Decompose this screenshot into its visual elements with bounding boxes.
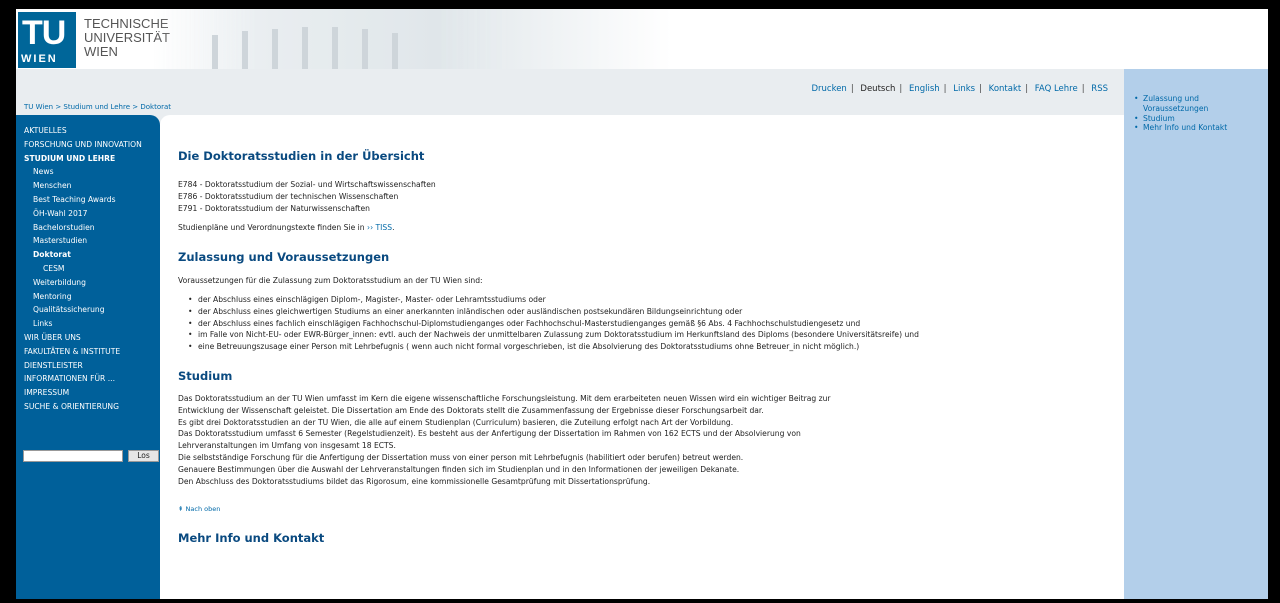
utility-links: Drucken | Deutsch | English | Links | Kontak… [811,84,1108,94]
back-to-top-link[interactable]: ⇞ Nach oben [178,505,1108,513]
list-item: der Abschluss eines einschlägigen Diplom… [188,294,1108,306]
header-building-image [152,9,672,69]
requirements-intro: Voraussetzungen für die Zulassung zum Do… [178,276,483,286]
nav-item[interactable]: Mentoring [16,290,160,304]
list-item: eine Betreuungszusage einer Person mit L… [188,341,1108,353]
breadcrumb: TU Wien > Studium und Lehre > Doktorat [24,103,172,111]
tiss-note: Studienpläne und Verordnungstexte finden… [178,223,395,233]
back-to-top-label: Nach oben [185,505,221,514]
nav-item[interactable]: IMPRESSUM [16,386,160,400]
nav-item[interactable]: AKTUELLES [16,124,160,138]
anchor-zulassung[interactable]: Zulassung und Voraussetzungen [1134,94,1254,114]
nav-item[interactable]: Bachelorstudien [16,221,160,235]
nav-item[interactable]: Qualitätssicherung [16,303,160,317]
left-navigation: AKTUELLES FORSCHUNG UND INNOVATION STUDIUM… [16,115,160,599]
nav-item[interactable]: FORSCHUNG UND INNOVATION [16,138,160,152]
heading-studium: Studium [178,368,233,383]
site-header: TU WIEN TECHNISCHE UNIVERSITÄT WIEN [16,9,1268,69]
right-sidebar: Zulassung und Voraussetzungen Studium Me… [1124,69,1268,599]
studium-line: Es gibt drei Doktoratsstudien an der TU … [178,417,734,427]
studium-text: Das Doktoratsstudium an der TU Wien umfa… [178,393,1108,487]
nav-item[interactable]: DIENSTLEISTER [16,359,160,373]
program-e784: E784 - Doktoratsstudium der Sozial- und … [178,180,436,189]
nav-item[interactable]: Weiterbildung [16,276,160,290]
tiss-note-text: Studienpläne und Verordnungstexte finden… [178,223,365,233]
nav-item[interactable]: Links [16,317,160,331]
arrow-up-icon: ⇞ [178,505,184,514]
link-deutsch[interactable]: Deutsch [860,84,895,94]
tu-wien-logo[interactable]: TU WIEN [18,12,76,68]
list-item: der Abschluss eines fachlich einschlägig… [188,318,1108,330]
page-anchor-list: Zulassung und Voraussetzungen Studium Me… [1134,94,1254,133]
studium-line: Den Abschluss des Doktoratsstudiums bild… [178,476,651,486]
requirements-list: der Abschluss eines einschlägigen Diplom… [188,294,1108,353]
link-rss[interactable]: RSS [1091,84,1108,94]
search-input[interactable] [23,450,123,462]
nav-item[interactable]: Doktorat [16,248,160,262]
tiss-link-label: TISS [375,223,393,233]
link-faq-lehre[interactable]: FAQ Lehre [1035,84,1078,94]
studium-line: Genauere Bestimmungen über die Auswahl d… [178,464,740,474]
nav-item[interactable]: Best Teaching Awards [16,193,160,207]
studium-line: Lehrveranstaltungen im Umfang von insges… [178,441,396,451]
search-button[interactable]: Los [128,450,159,462]
nav-item[interactable]: News [16,165,160,179]
link-drucken[interactable]: Drucken [811,84,846,94]
list-item: der Abschluss eines gleichwertigen Studi… [188,306,1108,318]
program-e786: E786 - Doktoratsstudium der technischen … [178,191,399,201]
studium-line: Das Doktoratsstudium umfasst 6 Semester … [178,429,801,439]
breadcrumb-doktorat[interactable]: Doktorat [140,103,171,111]
studium-line: Entwicklung der Wissenschaft geleistet. … [178,405,764,415]
tiss-link[interactable]: ›› TISS [367,223,392,232]
nav-item[interactable]: STUDIUM UND LEHRE [16,152,160,166]
nav-list: AKTUELLES FORSCHUNG UND INNOVATION STUDIUM… [16,115,160,414]
breadcrumb-home[interactable]: TU Wien [24,103,53,111]
nav-item[interactable]: ÖH-Wahl 2017 [16,207,160,221]
logo-wien-letters: WIEN [21,53,58,65]
link-links[interactable]: Links [953,84,975,94]
program-list: E784 - Doktoratsstudium der Sozial- und … [178,179,1108,214]
nav-item[interactable]: SUCHE & ORIENTIERUNG [16,400,160,414]
nav-item[interactable]: CESM [16,262,160,276]
nav-item[interactable]: WIR ÜBER UNS [16,331,160,345]
search-form: Los [23,450,159,462]
anchor-studium[interactable]: Studium [1134,114,1254,124]
heading-zulassung: Zulassung und Voraussetzungen [178,250,390,265]
list-item: im Falle von Nicht-EU- oder EWR-Bürger_i… [188,329,1108,341]
heading-overview: Die Doktoratsstudien in der Übersicht [178,149,425,163]
program-e791: E791 - Doktoratsstudium der Naturwissens… [178,203,370,213]
heading-mehr-info: Mehr Info und Kontakt [178,531,325,546]
studium-line: Das Doktoratsstudium an der TU Wien umfa… [178,393,831,403]
anchor-mehr-info[interactable]: Mehr Info und Kontakt [1134,123,1254,133]
nav-item[interactable]: INFORMATIONEN FÜR ... [16,372,160,386]
main-content: Die Doktoratsstudien in der Übersicht E7… [160,115,1124,599]
nav-item[interactable]: FAKULTÄTEN & INSTITUTE [16,345,160,359]
browser-page: TU WIEN TECHNISCHE UNIVERSITÄT WIEN TU W… [16,9,1268,599]
studium-line: Die selbstständige Forschung für die Anf… [178,452,744,462]
nav-item[interactable]: Masterstudien [16,234,160,248]
link-english[interactable]: English [909,84,940,94]
logo-tu-letters: TU [22,14,66,52]
link-kontakt[interactable]: Kontakt [989,84,1022,94]
nav-item[interactable]: Menschen [16,179,160,193]
breadcrumb-studium[interactable]: Studium und Lehre [63,103,130,111]
